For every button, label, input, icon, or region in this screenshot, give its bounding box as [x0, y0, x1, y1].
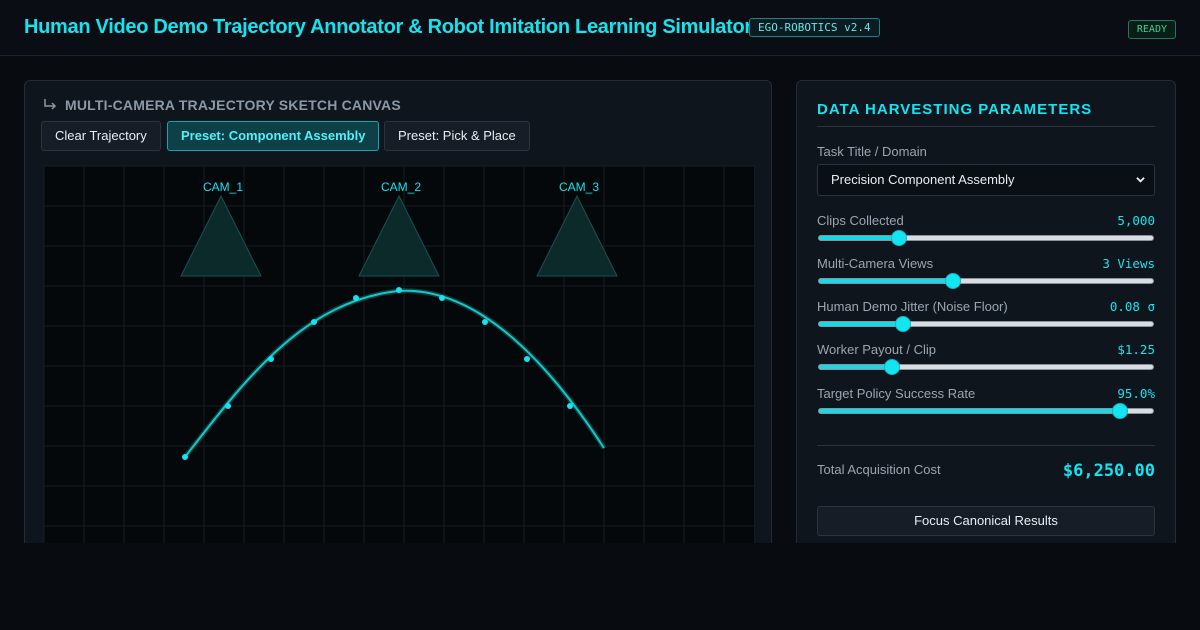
params-title-divider	[817, 126, 1155, 127]
waypoint[interactable]	[311, 319, 317, 325]
cost-divider	[817, 445, 1155, 446]
worker-payout-value: $1.25	[1117, 342, 1155, 357]
trajectory-waypoints	[182, 287, 573, 460]
viewport-bottom-area	[0, 543, 1200, 630]
version-badge: EGO-ROBOTICS v2.4	[749, 18, 880, 37]
worker-payout-slider-group: Worker Payout / Clip $1.25	[817, 342, 1155, 382]
trajectory-canvas-panel: MULTI-CAMERA TRAJECTORY SKETCH CANVAS Cl…	[24, 80, 772, 585]
camera-2-frustum	[358, 194, 440, 277]
camera-1-frustum	[180, 194, 262, 277]
waypoint[interactable]	[353, 295, 359, 301]
waypoint[interactable]	[268, 356, 274, 362]
app-header: Human Video Demo Trajectory Annotator & …	[0, 0, 1200, 56]
canvas-panel-heading: MULTI-CAMERA TRAJECTORY SKETCH CANVAS	[43, 97, 401, 115]
success-rate-slider-thumb[interactable]	[1111, 403, 1128, 419]
clips-collected-slider-group: Clips Collected 5,000	[817, 213, 1155, 253]
camera-2: CAM_2	[358, 180, 440, 277]
camera-2-label: CAM_2	[381, 180, 421, 194]
clips-collected-slider-thumb[interactable]	[891, 230, 908, 246]
success-rate-slider-fill	[819, 409, 1120, 413]
camera-views-slider[interactable]	[818, 273, 1154, 289]
trajectory-canvas-svg[interactable]: CAM_1 CAM_2 CAM_3	[44, 166, 755, 585]
task-title-label: Task Title / Domain	[817, 144, 927, 159]
worker-payout-label: Worker Payout / Clip	[817, 342, 936, 357]
clips-collected-slider-fill	[819, 236, 900, 240]
demo-jitter-value: 0.08 σ	[1109, 299, 1155, 314]
success-rate-value: 95.0%	[1117, 386, 1155, 401]
success-rate-label: Target Policy Success Rate	[817, 386, 976, 401]
camera-1: CAM_1	[180, 180, 262, 277]
clips-collected-label: Clips Collected	[817, 213, 904, 228]
waypoint[interactable]	[396, 287, 402, 293]
camera-views-label: Multi-Camera Views	[817, 256, 934, 271]
worker-payout-slider-fill	[819, 365, 893, 369]
waypoint[interactable]	[567, 403, 573, 409]
camera-views-value: 3 Views	[1102, 256, 1155, 271]
trajectory-path[interactable]	[184, 289, 605, 458]
success-rate-slider[interactable]	[818, 403, 1154, 419]
task-domain-select[interactable]: Precision Component Assembly	[817, 164, 1155, 196]
trajectory-shadow	[183, 288, 607, 459]
demo-jitter-slider-group: Human Demo Jitter (Noise Floor) 0.08 σ	[817, 299, 1155, 339]
total-cost-value: $6,250.00	[1062, 461, 1155, 481]
demo-jitter-slider-thumb[interactable]	[894, 316, 911, 332]
demo-jitter-label: Human Demo Jitter (Noise Floor)	[817, 299, 1008, 314]
clips-collected-slider[interactable]	[818, 230, 1154, 246]
waypoint[interactable]	[225, 403, 231, 409]
camera-views-slider-fill	[819, 279, 953, 283]
success-rate-slider-group: Target Policy Success Rate 95.0%	[817, 386, 1155, 426]
preset-pick-place-button[interactable]: Preset: Pick & Place	[384, 121, 530, 151]
canvas-heading-text: MULTI-CAMERA TRAJECTORY SKETCH CANVAS	[65, 97, 401, 113]
camera-views-slider-thumb[interactable]	[944, 273, 961, 289]
task-domain-selected-value: Precision Component Assembly	[831, 172, 1015, 187]
corner-down-right-arrow-icon	[43, 97, 59, 113]
focus-canonical-results-button[interactable]: Focus Canonical Results	[817, 506, 1155, 536]
preset-component-assembly-button[interactable]: Preset: Component Assembly	[167, 121, 380, 151]
waypoint[interactable]	[182, 454, 188, 460]
trajectory-sketch-canvas[interactable]: CAM_1 CAM_2 CAM_3	[43, 165, 755, 585]
worker-payout-slider-thumb[interactable]	[884, 359, 901, 375]
camera-3-frustum	[536, 194, 618, 277]
status-badge: READY	[1127, 20, 1176, 39]
params-panel-title: DATA HARVESTING PARAMETERS	[817, 101, 1093, 118]
waypoint[interactable]	[524, 356, 530, 362]
waypoint[interactable]	[482, 319, 488, 325]
chevron-down-icon	[1136, 177, 1145, 183]
demo-jitter-slider[interactable]	[818, 316, 1154, 332]
data-harvesting-panel: DATA HARVESTING PARAMETERS Task Title / …	[796, 80, 1176, 560]
demo-jitter-slider-fill	[819, 322, 903, 326]
camera-3: CAM_3	[536, 180, 618, 277]
total-cost-label: Total Acquisition Cost	[817, 462, 941, 477]
clear-trajectory-button[interactable]: Clear Trajectory	[41, 121, 161, 151]
camera-views-slider-group: Multi-Camera Views 3 Views	[817, 256, 1155, 296]
clips-collected-value: 5,000	[1117, 213, 1155, 228]
app-title: Human Video Demo Trajectory Annotator & …	[24, 16, 752, 38]
waypoint[interactable]	[439, 295, 445, 301]
camera-1-label: CAM_1	[203, 180, 243, 194]
camera-3-label: CAM_3	[559, 180, 599, 194]
worker-payout-slider[interactable]	[818, 359, 1154, 375]
